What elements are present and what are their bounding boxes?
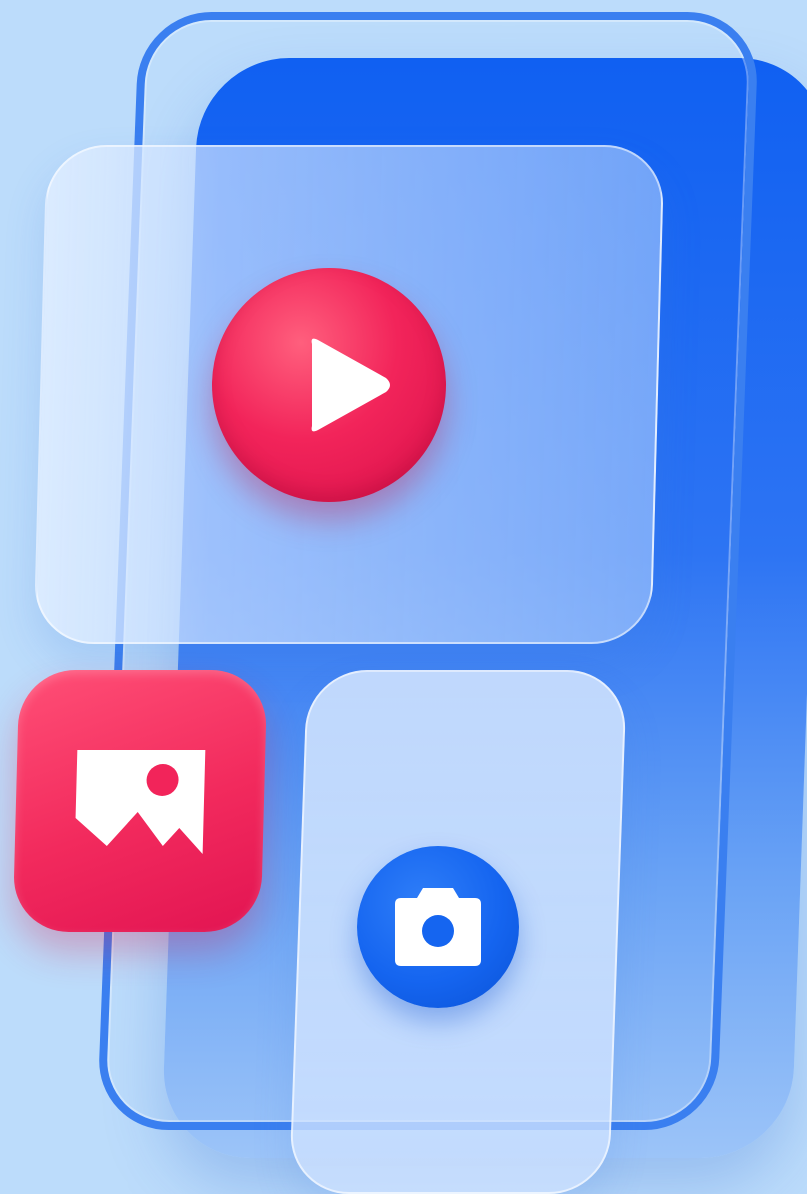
media-apps-illustration: [0, 0, 807, 1194]
camera-button[interactable]: [357, 846, 519, 1008]
image-icon: [75, 750, 206, 854]
gallery-app-tile[interactable]: [12, 670, 268, 932]
play-icon: [311, 338, 390, 432]
play-button[interactable]: [212, 268, 446, 502]
camera-icon: [395, 888, 481, 966]
